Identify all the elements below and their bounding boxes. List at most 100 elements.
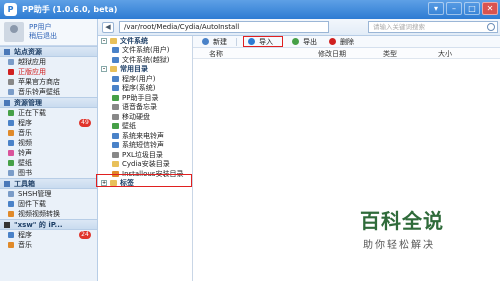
tree-group[interactable]: - 文件系统 [98, 36, 192, 46]
tree-item-label: 文件系统 [120, 36, 148, 45]
toolbar-divider [236, 37, 237, 46]
user-box: PP用户 稍后退出 [0, 19, 97, 46]
tree-item-label: PXL垃圾目录 [122, 150, 163, 159]
export-button[interactable]: 导出 [289, 37, 320, 47]
tree-toggle-icon[interactable]: - [101, 37, 107, 44]
new-icon [202, 38, 209, 45]
tree-item-label: 常用目录 [120, 65, 148, 74]
column-type[interactable]: 类型 [383, 49, 397, 59]
file-toolbar: 新建 导入 导出 删除 [193, 36, 500, 48]
close-button[interactable]: ✕ [482, 2, 498, 15]
sidebar-item[interactable]: 音乐 [0, 240, 97, 250]
tree-item-icon [112, 47, 119, 54]
delete-button[interactable]: 删除 [326, 37, 357, 47]
import-label: 导入 [259, 37, 273, 46]
sidebar-item[interactable]: 铃声 [0, 148, 97, 158]
tree-item-label: 文件系统(越狱) [122, 55, 170, 64]
skin-button[interactable]: ▾ [428, 2, 444, 15]
path-input[interactable]: /var/root/Media/Cydia/AutoInstall [119, 21, 329, 33]
back-button[interactable]: ◀ [102, 21, 114, 33]
sidebar-item-label: 音乐 [18, 241, 32, 249]
sidebar-item-label: 固件下载 [18, 200, 46, 208]
sidebar-item-label: 音乐铃声壁纸 [18, 88, 60, 96]
tree-item-icon [112, 56, 119, 63]
tree-item[interactable]: 语音备忘录 [98, 103, 192, 113]
tree-item[interactable]: PP助手目录 [98, 93, 192, 103]
maximize-button[interactable]: □ [464, 2, 480, 15]
tree-item-label: PP助手目录 [122, 93, 159, 102]
title-bar: P PP助手 (1.0.6.0, beta) ▾ – □ ✕ [0, 0, 500, 19]
tree-item-label: 系统来电铃声 [122, 131, 164, 140]
sidebar-section-header[interactable]: 站点资源 [0, 46, 97, 57]
sidebar-item[interactable]: 程序 24 [0, 230, 97, 240]
tree-item[interactable]: 系统短信铃声 [98, 141, 192, 151]
tree-item[interactable]: PXL垃圾目录 [98, 150, 192, 160]
tree-item[interactable]: 移动硬盘 [98, 112, 192, 122]
sidebar-item[interactable]: 苹果官方商店 [0, 77, 97, 87]
section-title: 工具箱 [14, 179, 35, 188]
sidebar-item[interactable]: 音乐铃声壁纸 [0, 87, 97, 97]
directory-tree: - 文件系统 文件系统(用户) 文件系统(越狱) - 常用目录 程序(用户) 程序(系统) PP… [98, 36, 193, 281]
sidebar-item-label: 铃声 [18, 149, 32, 157]
sidebar-section-header[interactable]: 工具箱 [0, 178, 97, 189]
tree-item[interactable]: Cydia安装目录 [98, 160, 192, 170]
column-size[interactable]: 大小 [438, 49, 452, 59]
sidebar-section-header[interactable]: "xsw" 的 iP... [0, 219, 97, 230]
tree-item-label: 壁纸 [122, 122, 136, 131]
tree-item[interactable]: 文件系统(越狱) [98, 55, 192, 65]
tree-item-label: 程序(系统) [122, 84, 156, 93]
tree-item[interactable]: 系统来电铃声 [98, 131, 192, 141]
section-title: "xsw" 的 iP... [14, 220, 63, 229]
sidebar-item-label: 程序 [18, 119, 32, 127]
section-icon [4, 180, 10, 187]
column-name[interactable]: 名称 [209, 49, 223, 59]
file-table-header: 名称 修改日期 类型 大小 [193, 48, 500, 59]
search-input[interactable]: 请输入关键词搜索 [368, 21, 498, 33]
sidebar-item[interactable]: 越狱应用 [0, 57, 97, 67]
tree-item[interactable]: 壁纸 [98, 122, 192, 132]
sidebar-item-icon [8, 79, 14, 85]
tree-group[interactable]: - 常用目录 [98, 65, 192, 75]
sidebar-item-icon [8, 160, 14, 166]
section-icon [4, 221, 10, 228]
watermark-title: 百科全说 [360, 209, 444, 233]
tree-item[interactable]: 程序(用户) [98, 74, 192, 84]
tree-item[interactable]: 文件系统(用户) [98, 46, 192, 56]
export-icon [292, 38, 299, 45]
username-link[interactable]: PP用户 [29, 23, 57, 32]
logout-link[interactable]: 稍后退出 [29, 32, 57, 41]
sidebar-item-icon [8, 201, 14, 207]
tree-item-icon [112, 85, 119, 92]
tree-toggle-icon[interactable]: - [101, 66, 107, 73]
sidebar-item[interactable]: 正版应用 [0, 67, 97, 77]
sidebar-item[interactable]: 视频视频转换 [0, 209, 97, 219]
sidebar-item[interactable]: 图书 [0, 168, 97, 178]
tree-item-icon [112, 142, 119, 149]
sidebar-item[interactable]: 音乐 [0, 128, 97, 138]
sidebar-item-label: 视频 [18, 139, 32, 147]
sidebar-item[interactable]: SHSH管理 [0, 189, 97, 199]
sidebar-item-label: 苹果官方商店 [18, 78, 60, 86]
sidebar-item[interactable]: 正在下载 [0, 108, 97, 118]
search-icon[interactable] [487, 23, 495, 31]
tree-item-icon [112, 104, 119, 111]
import-button[interactable]: 导入 [243, 36, 283, 47]
sidebar-item-icon [8, 89, 14, 95]
tree-item-label: Cydia安装目录 [122, 160, 170, 169]
folder-icon [110, 66, 117, 73]
export-label: 导出 [303, 37, 317, 46]
avatar[interactable] [4, 22, 24, 42]
new-button[interactable]: 新建 [199, 37, 230, 47]
column-modified[interactable]: 修改日期 [318, 49, 346, 59]
minimize-button[interactable]: – [446, 2, 462, 15]
sidebar-section-header[interactable]: 资源管理 [0, 97, 97, 108]
app-logo: P [4, 3, 17, 16]
tree-item-icon [112, 132, 119, 139]
sidebar-item[interactable]: 程序 49 [0, 118, 97, 128]
highlight-box [96, 174, 192, 187]
sidebar-item-icon [8, 150, 14, 156]
tree-item[interactable]: 程序(系统) [98, 84, 192, 94]
sidebar-item[interactable]: 壁纸 [0, 158, 97, 168]
sidebar-item[interactable]: 固件下载 [0, 199, 97, 209]
sidebar-item[interactable]: 视频 [0, 138, 97, 148]
